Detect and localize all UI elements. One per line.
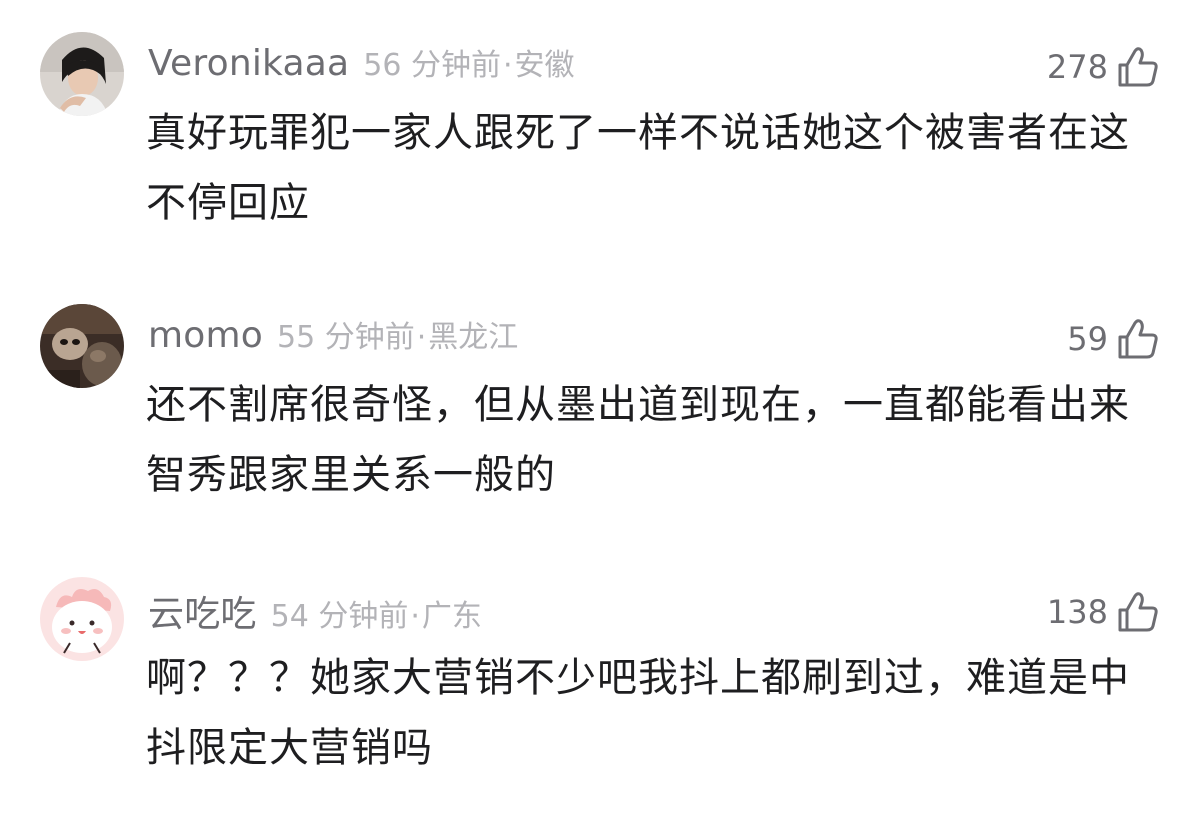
avatar[interactable] xyxy=(40,32,124,116)
thumbs-up-icon xyxy=(1118,592,1158,632)
comment-meta: momo 55 分钟前 · 黑龙江 xyxy=(148,312,518,358)
comment-item: momo 55 分钟前 · 黑龙江 59 还不割席很奇怪，但从墨出道到现在，一直… xyxy=(0,304,1200,504)
username[interactable]: momo xyxy=(148,315,263,356)
like-count: 138 xyxy=(1046,593,1108,631)
thumbs-up-icon xyxy=(1118,47,1158,87)
meta-separator: · xyxy=(502,48,513,83)
username[interactable]: 云吃吃 xyxy=(148,585,257,637)
avatar[interactable] xyxy=(40,304,124,388)
meta-separator: · xyxy=(416,320,427,355)
like-count: 59 xyxy=(1067,320,1108,358)
like-button[interactable]: 278 xyxy=(1047,42,1160,92)
username[interactable]: Veronikaaa xyxy=(148,43,349,84)
comment-item: 云吃吃 54 分钟前 · 广东 138 啊？？？她家大营销不少吧我抖上都刷到过，… xyxy=(0,577,1200,777)
comment-location: 黑龙江 xyxy=(428,320,519,355)
thumbs-up-icon xyxy=(1118,319,1158,359)
like-button[interactable]: 59 xyxy=(1067,314,1160,364)
comment-item: Veronikaaa 56 分钟前 · 安徽 278 真好玩罪犯一家人跟死了一样… xyxy=(0,32,1200,232)
comment-text: 还不割席很奇怪，但从墨出道到现在，一直都能看出来智秀跟家里关系一般的 xyxy=(146,382,1130,498)
comment-time: 55 分钟前 xyxy=(277,320,415,355)
meta-separator: · xyxy=(410,599,420,634)
like-button[interactable]: 138 xyxy=(1047,587,1160,637)
comment-text: 啊？？？她家大营销不少吧我抖上都刷到过，难道是中抖限定大营销吗 xyxy=(146,655,1130,771)
cartoon-face-avatar-icon xyxy=(40,577,124,661)
comment-meta: Veronikaaa 56 分钟前 · 安徽 xyxy=(148,40,575,86)
comment-list: Veronikaaa 56 分钟前 · 安徽 278 真好玩罪犯一家人跟死了一样… xyxy=(0,0,1200,838)
cat-photo-avatar-icon xyxy=(40,304,124,388)
comment-text: 真好玩罪犯一家人跟死了一样不说话她这个被害者在这不停回应 xyxy=(146,110,1130,226)
comment-location: 安徽 xyxy=(514,48,575,83)
comment-meta: 云吃吃 54 分钟前 · 广东 xyxy=(148,585,482,635)
comment-time: 56 分钟前 xyxy=(363,48,501,83)
comment-location: 广东 xyxy=(421,599,482,634)
comment-time: 54 分钟前 xyxy=(270,599,409,634)
person-photo-avatar-icon xyxy=(40,32,124,116)
avatar[interactable] xyxy=(40,577,124,661)
like-count: 278 xyxy=(1046,48,1108,86)
